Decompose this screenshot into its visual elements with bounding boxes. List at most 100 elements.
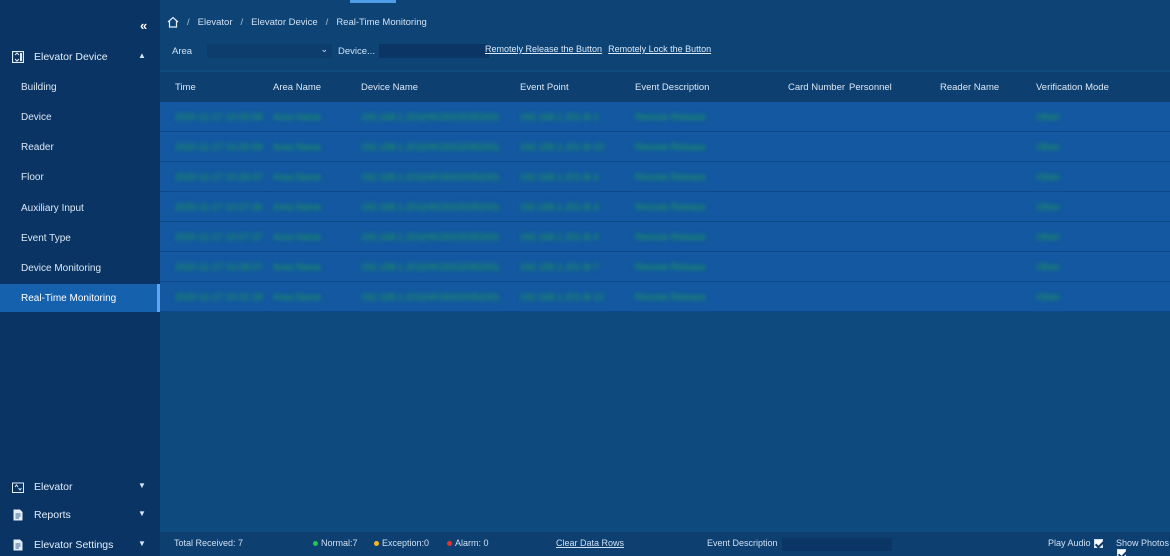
cell-desc: Remote Release (635, 202, 706, 213)
cell-verify: Other (1036, 172, 1060, 183)
sidebar-item-event-type[interactable]: Event Type (0, 224, 160, 252)
cell-point: 192.168.1.201-B-3 (520, 202, 599, 213)
status-normal: Normal:7 (313, 538, 358, 548)
cell-point: 192.168.1.201-B-2 (520, 172, 599, 183)
cell-desc: Remote Release (635, 232, 706, 243)
sidebar-item-label: Event Type (21, 232, 71, 244)
show-photos-label: Show Photos (1116, 538, 1170, 548)
top-bar: / Elevator / Elevator Device / Real-Time… (160, 0, 1170, 70)
cell-time: 2020-11-17 10:28:07 (175, 262, 263, 273)
column-header-event-point[interactable]: Event Point (520, 82, 569, 93)
sidebar-group-label: Reports (34, 509, 71, 521)
total-received: Total Received: 7 (174, 538, 244, 548)
play-audio-option[interactable]: Play Audio (1048, 538, 1104, 549)
event-description-input[interactable] (782, 538, 892, 551)
normal-dot-icon (313, 541, 318, 547)
cell-point: 192.168.1.201-B-10 (520, 142, 604, 153)
settings-doc-icon (12, 539, 24, 551)
sidebar-item-floor[interactable]: Floor (0, 163, 160, 191)
column-header-area-name[interactable]: Area Name (273, 82, 321, 93)
cell-point: 192.168.1.201-B-4 (520, 232, 599, 243)
status-exception-text: Exception:0 (382, 538, 430, 548)
area-label: Area (172, 45, 193, 57)
play-audio-checkbox[interactable] (1094, 539, 1104, 549)
sidebar-item-label: Reader (21, 141, 54, 153)
cell-verify: Other (1036, 292, 1060, 303)
sidebar-group-label: Elevator (34, 481, 73, 493)
cell-desc: Remote Release (635, 112, 706, 123)
column-header-verification-mode[interactable]: Verification Mode (1036, 82, 1109, 93)
collapse-sidebar-button[interactable]: « (140, 18, 147, 33)
device-input[interactable] (378, 44, 489, 58)
sidebar-item-label: Device Monitoring (21, 262, 102, 274)
show-photos-option[interactable]: Show Photos (1116, 538, 1170, 556)
sidebar-item-label: Building (21, 81, 57, 93)
breadcrumb-current: Real-Time Monitoring (336, 16, 427, 28)
table-row[interactable]: 2020-11-17 10:27:36 Area Name 192.168.1.… (160, 192, 1170, 222)
cell-desc: Remote Release (635, 292, 706, 303)
status-bar: Total Received: 7 Normal:7 Exception:0 A… (160, 532, 1170, 556)
cell-point: 192.168.1.201-B-7 (520, 262, 599, 273)
sidebar-item-device-monitoring[interactable]: Device Monitoring (0, 254, 160, 282)
cell-verify: Other (1036, 142, 1060, 153)
table-row[interactable]: 2020-11-17 10:31:18 Area Name 192.168.1.… (160, 282, 1170, 312)
cell-verify: Other (1036, 262, 1060, 273)
cell-area: Area Name (273, 112, 322, 123)
breadcrumb: / Elevator / Elevator Device / Real-Time… (167, 16, 427, 28)
breadcrumb-elevator-device[interactable]: Elevator Device (251, 17, 318, 28)
column-header-device-name[interactable]: Device Name (361, 82, 418, 93)
cell-verify: Other (1036, 232, 1060, 243)
cell-device: 192.168.1.201(HKGKD2035200) (361, 112, 499, 123)
sidebar-group-reports[interactable]: Reports ▼ (0, 502, 160, 528)
cell-verify: Other (1036, 202, 1060, 213)
sidebar-item-reader[interactable]: Reader (0, 133, 160, 161)
column-header-event-description[interactable]: Event Description (635, 82, 709, 93)
active-tab-indicator (350, 0, 396, 3)
column-header-time[interactable]: Time (175, 82, 196, 93)
reports-icon (12, 509, 24, 521)
cell-area: Area Name (273, 142, 322, 153)
sidebar-group-elevator-device[interactable]: Elevator Device ▲ (0, 44, 160, 70)
sidebar-group-elevator-settings[interactable]: Elevator Settings ▼ (0, 532, 160, 556)
home-icon[interactable] (167, 16, 179, 28)
sidebar-item-auxiliary-input[interactable]: Auxiliary Input (0, 194, 160, 222)
status-exception: Exception:0 (374, 538, 429, 548)
area-select[interactable]: ⌄ (207, 44, 332, 58)
chevron-down-icon: ▼ (138, 539, 146, 548)
sidebar-item-building[interactable]: Building (0, 73, 160, 101)
breadcrumb-separator: / (240, 16, 244, 28)
table-row[interactable]: 2020-11-17 10:27:37 Area Name 192.168.1.… (160, 222, 1170, 252)
exception-dot-icon (374, 541, 379, 547)
status-alarm: Alarm: 0 (447, 538, 489, 548)
remotely-release-button[interactable]: Remotely Release the Button (485, 44, 602, 54)
cell-point: 192.168.1.201-B-12 (520, 292, 604, 303)
alarm-dot-icon (447, 541, 452, 547)
show-photos-checkbox[interactable] (1117, 549, 1126, 556)
breadcrumb-elevator[interactable]: Elevator (198, 17, 233, 28)
table-row[interactable]: 2020-11-17 10:25:59 Area Name 192.168.1.… (160, 132, 1170, 162)
column-header-card-number[interactable]: Card Number (788, 82, 845, 93)
cell-area: Area Name (273, 172, 322, 183)
column-header-personnel[interactable]: Personnel (849, 82, 892, 93)
cell-device: 192.168.1.201(HKGKD2035200) (361, 142, 499, 153)
sidebar-group-elevator[interactable]: Elevator ▼ (0, 474, 160, 500)
sidebar-item-real-time-monitoring[interactable]: Real-Time Monitoring (0, 284, 160, 312)
sidebar-item-device[interactable]: Device (0, 103, 160, 131)
cell-desc: Remote Release (635, 262, 706, 273)
breadcrumb-separator: / (325, 16, 329, 28)
sidebar-group-label: Elevator Device (34, 51, 108, 63)
clear-data-rows-button[interactable]: Clear Data Rows (556, 538, 624, 548)
column-header-reader-name[interactable]: Reader Name (940, 82, 999, 93)
table-row[interactable]: 2020-11-17 10:25:58 Area Name 192.168.1.… (160, 102, 1170, 132)
remotely-lock-button[interactable]: Remotely Lock the Button (608, 44, 711, 54)
cell-point: 192.168.1.201-B-1 (520, 112, 599, 123)
cell-device: 192.168.1.201(HKGKD2035200) (361, 172, 499, 183)
table-row[interactable]: 2020-11-17 10:26:07 Area Name 192.168.1.… (160, 162, 1170, 192)
table-header: Time Area Name Device Name Event Point E… (160, 72, 1170, 102)
table-row[interactable]: 2020-11-17 10:28:07 Area Name 192.168.1.… (160, 252, 1170, 282)
status-alarm-text: Alarm: 0 (455, 538, 489, 548)
event-description-label: Event Description (707, 538, 778, 548)
cell-time: 2020-11-17 10:27:37 (175, 232, 263, 243)
sidebar-item-label: Floor (21, 171, 44, 183)
chevron-down-icon: ▼ (138, 509, 146, 518)
